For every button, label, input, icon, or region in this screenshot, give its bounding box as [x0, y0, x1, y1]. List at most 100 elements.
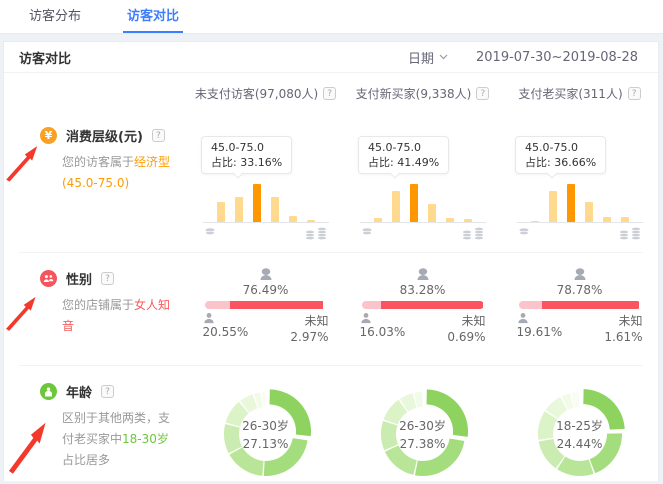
female-icon [416, 267, 430, 281]
gender-row-desc: 您的店铺属于女人知音 [62, 295, 173, 337]
bar [217, 202, 225, 222]
bar [567, 184, 575, 222]
age-chart-old-buyers[interactable]: 18-25岁 24.44% [501, 366, 658, 484]
tab-visitor-distribution[interactable]: 访客分布 [25, 0, 85, 33]
people-icon [40, 270, 57, 287]
age-chart-unpaid[interactable]: 26-30岁 27.13% [187, 366, 344, 484]
gender-chart-new-buyers[interactable]: 83.28% 16.03% 未知 0.69% [344, 253, 501, 344]
date-range-value[interactable]: 2019-07-30~2019-08-28 [476, 50, 638, 65]
yen-icon: ¥ [40, 127, 57, 144]
coin-axis-icons [360, 225, 486, 241]
consumption-chart-unpaid[interactable]: 45.0-75.0 占比: 33.16% [187, 106, 344, 241]
donut-center-label: 26-30岁 27.13% [216, 384, 316, 484]
consumption-row-title: 消费层级(元) [66, 126, 143, 145]
unknown-title: 未知 [461, 312, 485, 329]
consumption-level-row: ¥ 消费层级(元) ? 您的访客属于经济型(45.0-75.0) 45.0-75… [4, 106, 658, 252]
column-header-spacer [4, 85, 187, 102]
age-percent: 24.44% [557, 437, 603, 451]
consumption-row-label: ¥ 消费层级(元) ? 您的访客属于经济型(45.0-75.0) [4, 106, 187, 194]
desc-text: 占比居多 [62, 453, 110, 467]
tab-visitor-compare[interactable]: 访客对比 [123, 0, 183, 33]
desc-text: 您的访客属于 [62, 155, 134, 169]
bar [392, 191, 400, 222]
age-row: 年龄 ? 区别于其他两类，支付老买家中18-30岁占比居多 26-30岁 27.… [4, 366, 658, 482]
top-tab-bar: 访客分布 访客对比 [0, 0, 663, 34]
gender-bar-segment [381, 301, 483, 309]
coin-stack-icon [303, 225, 329, 241]
donut-center-label: 26-30岁 27.38% [373, 384, 473, 484]
panel-title: 访客对比 [19, 48, 71, 67]
gender-chart-unpaid[interactable]: 76.49% 20.55% 未知 2.97% [187, 253, 344, 344]
tooltip-ratio: 占比: 33.16% [211, 155, 282, 170]
help-icon[interactable]: ? [152, 129, 165, 142]
age-row-title: 年龄 [66, 382, 92, 401]
page-background-strip [0, 34, 663, 41]
gender-bar[interactable] [205, 301, 327, 309]
desc-highlight: 18-30岁 [122, 432, 169, 446]
tooltip-ratio: 占比: 36.66% [525, 155, 596, 170]
chart-tooltip: 45.0-75.0 占比: 41.49% [358, 136, 449, 174]
help-icon[interactable]: ? [323, 87, 336, 100]
female-icon [573, 267, 587, 281]
coin-axis-icons [517, 225, 643, 241]
female-percent: 76.49% [243, 283, 289, 297]
bar-chart[interactable] [517, 182, 643, 222]
coin-stack-icon [617, 225, 643, 241]
male-percent: 20.55% [203, 325, 249, 339]
male-icon [203, 312, 215, 324]
column-header-new-buyers: 支付新买家(9,338人) ? [344, 85, 501, 102]
visitor-compare-panel: 访客对比 日期 2019-07-30~2019-08-28 未支付访客(97,0… [3, 41, 659, 481]
help-icon[interactable]: ? [101, 272, 114, 285]
person-icon [40, 383, 57, 400]
chevron-down-icon [439, 54, 448, 60]
male-percent: 16.03% [360, 325, 406, 339]
unknown-title: 未知 [618, 312, 642, 329]
consumption-chart-new-buyers[interactable]: 45.0-75.0 占比: 41.49% [344, 106, 501, 241]
coin-small-icon [360, 225, 374, 239]
donut-chart[interactable]: 26-30岁 27.13% [216, 384, 316, 484]
gender-bar-segment [230, 301, 323, 309]
gender-bar-segment [205, 301, 230, 309]
tooltip-range: 45.0-75.0 [368, 140, 439, 155]
coin-small-icon [203, 225, 217, 239]
x-axis [360, 222, 486, 223]
gender-bar-segment [362, 301, 382, 309]
gender-bar[interactable] [362, 301, 484, 309]
tooltip-range: 45.0-75.0 [211, 140, 282, 155]
female-icon [259, 267, 273, 281]
gender-bar[interactable] [519, 301, 641, 309]
date-filter-dropdown[interactable]: 日期 [408, 48, 448, 67]
unknown-percent: 2.97% [290, 330, 328, 344]
age-group: 26-30岁 [399, 417, 446, 434]
female-percent: 83.28% [400, 283, 446, 297]
help-icon[interactable]: ? [476, 87, 489, 100]
gender-chart-old-buyers[interactable]: 78.78% 19.61% 未知 1.61% [501, 253, 658, 344]
age-row-label: 年龄 ? 区别于其他两类，支付老买家中18-30岁占比居多 [4, 366, 187, 471]
bar [585, 202, 593, 222]
column-header-unpaid: 未支付访客(97,080人) ? [187, 85, 344, 102]
bar [428, 204, 436, 222]
age-chart-new-buyers[interactable]: 26-30岁 27.38% [344, 366, 501, 484]
help-icon[interactable]: ? [628, 87, 641, 100]
bar-chart[interactable] [360, 182, 486, 222]
chart-tooltip: 45.0-75.0 占比: 33.16% [201, 136, 292, 174]
age-percent: 27.38% [400, 437, 446, 451]
bar-chart[interactable] [203, 182, 329, 222]
help-icon[interactable]: ? [101, 385, 114, 398]
male-icon [517, 312, 529, 324]
tooltip-range: 45.0-75.0 [525, 140, 596, 155]
panel-header: 访客对比 日期 2019-07-30~2019-08-28 [4, 42, 658, 73]
bar [410, 184, 418, 222]
unknown-percent: 1.61% [604, 330, 642, 344]
age-row-desc: 区别于其他两类，支付老买家中18-30岁占比居多 [62, 408, 173, 471]
female-percent: 78.78% [557, 283, 603, 297]
donut-center-label: 18-25岁 24.44% [530, 384, 630, 484]
male-icon [360, 312, 372, 324]
donut-chart[interactable]: 18-25岁 24.44% [530, 384, 630, 484]
unknown-percent: 0.69% [447, 330, 485, 344]
consumption-row-desc: 您的访客属于经济型(45.0-75.0) [62, 152, 173, 194]
consumption-chart-old-buyers[interactable]: 45.0-75.0 占比: 36.66% [501, 106, 658, 241]
coin-axis-icons [203, 225, 329, 241]
bar [271, 197, 279, 222]
donut-chart[interactable]: 26-30岁 27.38% [373, 384, 473, 484]
